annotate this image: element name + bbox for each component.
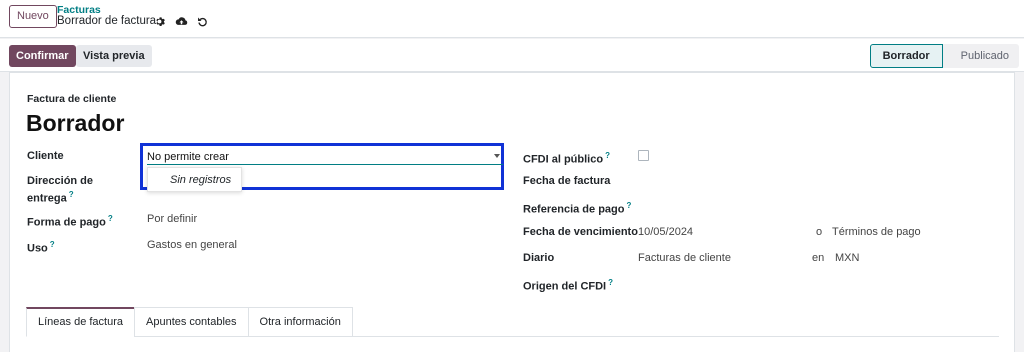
uso-label: Uso? xyxy=(27,238,55,256)
tab-otra-informacion[interactable]: Otra información xyxy=(247,307,353,337)
help-icon[interactable]: ? xyxy=(608,278,613,287)
referencia-pago-label: Referencia de pago? xyxy=(523,199,631,217)
forma-pago-label: Forma de pago? xyxy=(27,212,113,230)
help-icon[interactable]: ? xyxy=(605,151,610,160)
terminos-pago-value[interactable]: Términos de pago xyxy=(832,226,921,238)
status-stage-publicado[interactable]: Publicado xyxy=(942,44,1019,68)
undo-icon[interactable] xyxy=(195,14,209,28)
cliente-input[interactable] xyxy=(147,149,503,165)
dropdown-item-no-records[interactable]: Sin registros xyxy=(170,174,231,186)
cfdi-publico-label-text: CFDI al público xyxy=(523,153,604,166)
direccion-label: Dirección de entrega? xyxy=(27,174,117,206)
referencia-pago-label-text: Referencia de pago xyxy=(523,203,625,216)
record-name: Borrador de factura xyxy=(57,15,157,27)
notebook-tabs: Líneas de factura Apuntes contables Otra… xyxy=(26,307,353,337)
cloud-upload-icon[interactable] xyxy=(174,14,188,28)
fecha-vencimiento-value[interactable]: 10/05/2024 xyxy=(638,226,693,238)
cfdi-publico-label: CFDI al público? xyxy=(523,149,610,167)
diario-connector: en xyxy=(812,252,825,264)
currency-value[interactable]: MXN xyxy=(835,252,859,264)
confirm-button[interactable]: Confirmar xyxy=(9,45,76,67)
fecha-vencimiento-label: Fecha de vencimiento xyxy=(523,226,638,238)
help-icon[interactable]: ? xyxy=(108,214,113,223)
top-bar: Nuevo Facturas Borrador de factura xyxy=(0,0,1024,38)
fecha-vencimiento-connector: o xyxy=(816,226,823,238)
cfdi-publico-checkbox[interactable] xyxy=(638,150,649,161)
gear-icon[interactable] xyxy=(152,14,166,28)
tab-apuntes-contables[interactable]: Apuntes contables xyxy=(134,307,249,337)
cliente-dropdown: Sin registros xyxy=(147,167,242,192)
origen-cfdi-label: Origen del CFDI? xyxy=(523,276,613,294)
help-icon[interactable]: ? xyxy=(69,190,74,199)
forma-pago-label-text: Forma de pago xyxy=(27,216,106,229)
fecha-factura-label: Fecha de factura xyxy=(523,175,611,187)
status-bar: Borrador Publicado xyxy=(869,44,1019,68)
diario-label: Diario xyxy=(523,252,555,264)
form-sheet: Factura de cliente Borrador Cliente Sin … xyxy=(9,72,1015,352)
help-icon[interactable]: ? xyxy=(50,240,55,249)
uso-value[interactable]: Gastos en general xyxy=(147,239,237,251)
forma-pago-value[interactable]: Por definir xyxy=(147,213,197,225)
direccion-label-text: Dirección de entrega xyxy=(27,175,94,205)
move-type-label: Factura de cliente xyxy=(27,93,117,105)
cliente-label: Cliente xyxy=(27,150,64,162)
status-stage-borrador[interactable]: Borrador xyxy=(869,44,943,68)
caret-down-icon[interactable] xyxy=(494,154,500,158)
help-icon[interactable]: ? xyxy=(626,201,631,210)
tab-lineas-factura[interactable]: Líneas de factura xyxy=(26,307,136,337)
preview-button[interactable]: Vista previa xyxy=(76,45,152,67)
state-title: Borrador xyxy=(26,110,125,136)
control-panel: Confirmar Vista previa Borrador Publicad… xyxy=(0,39,1024,72)
origen-cfdi-label-text: Origen del CFDI xyxy=(523,280,607,293)
diario-value[interactable]: Facturas de cliente xyxy=(638,252,731,264)
uso-label-text: Uso xyxy=(27,242,48,255)
new-button[interactable]: Nuevo xyxy=(9,5,57,28)
